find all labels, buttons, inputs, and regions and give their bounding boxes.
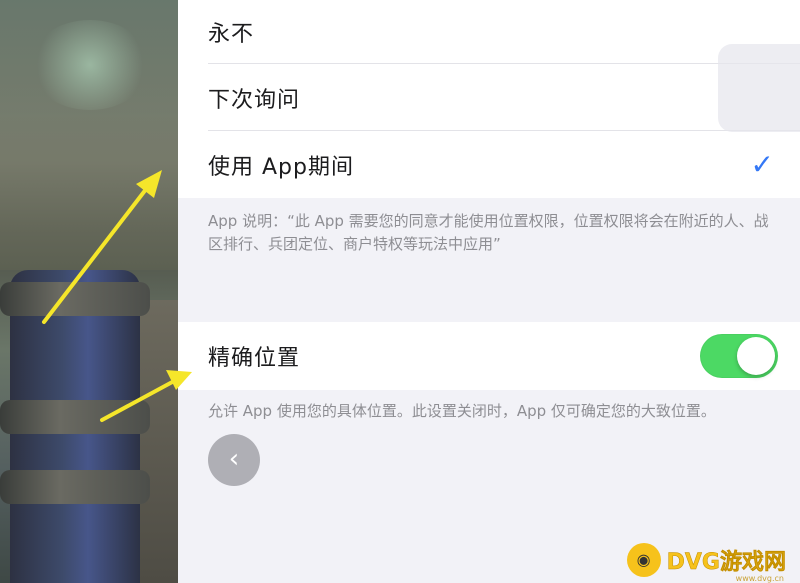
usage-description: App 说明：“此 App 需要您的同意才能使用位置权限，位置权限将会在附近的人… xyxy=(208,212,769,253)
precise-location-toggle[interactable] xyxy=(700,334,778,378)
precise-location-row: 精确位置 xyxy=(178,322,800,390)
checkmark-icon: ✓ xyxy=(750,148,774,181)
background-glow xyxy=(30,20,150,110)
option-while-using-label: 使用 App期间 xyxy=(208,154,354,180)
chevron-left-icon: ‹ xyxy=(228,444,240,474)
watermark-text: DVG游戏网 xyxy=(666,550,786,576)
back-button[interactable]: ‹ xyxy=(208,434,260,486)
watermark-subtext: www.dvg.cn xyxy=(735,574,784,583)
background-pillar-ring xyxy=(0,400,150,434)
precise-location-description: 允许 App 使用您的具体位置。此设置关闭时，App 仅可确定您的大致位置。 xyxy=(208,402,716,420)
option-never-label: 永不 xyxy=(208,22,255,47)
background-pillar-ring xyxy=(0,470,150,504)
watermark-logo-icon: ◉ xyxy=(626,543,661,577)
precise-location-label: 精确位置 xyxy=(208,346,301,371)
option-never[interactable]: 永不 xyxy=(178,0,800,64)
game-background xyxy=(0,0,178,583)
location-settings-panel: 永不 下次询问 使用 App期间 ✓ App 说明：“此 App 需要您的同意才… xyxy=(178,0,800,583)
toggle-knob xyxy=(737,337,775,375)
option-ask-next-time[interactable]: 下次询问 xyxy=(178,64,800,131)
background-pillar-ring xyxy=(0,282,150,316)
floating-overlay-box xyxy=(718,44,800,132)
option-ask-next-time-label: 下次询问 xyxy=(208,87,301,113)
option-while-using[interactable]: 使用 App期间 ✓ xyxy=(178,131,800,198)
site-watermark: ◉ DVG游戏网 xyxy=(626,543,786,577)
